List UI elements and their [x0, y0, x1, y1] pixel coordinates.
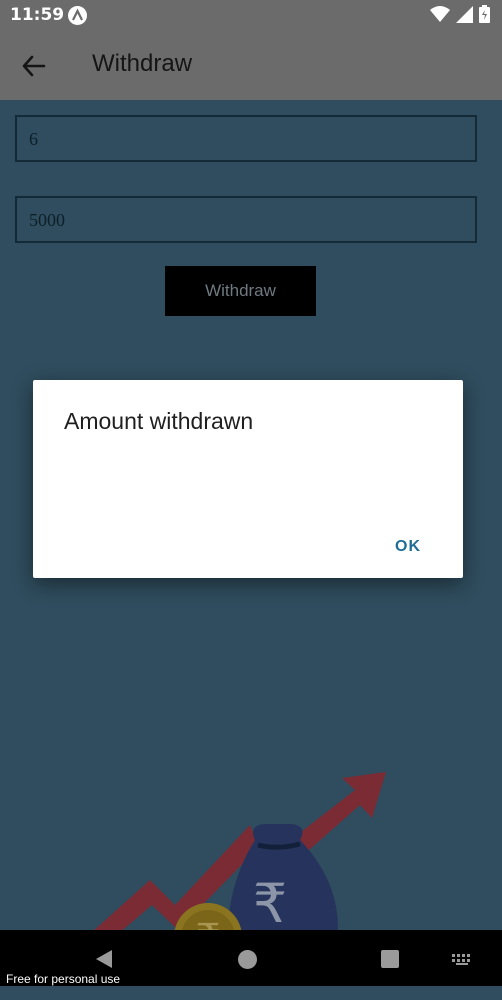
- keyboard-icon[interactable]: [452, 954, 472, 966]
- arrow-left-icon: [22, 55, 46, 77]
- dialog-title: Amount withdrawn: [64, 408, 254, 434]
- app-bar: Withdraw: [0, 30, 502, 100]
- signal-icon: [456, 5, 473, 23]
- status-time: 11:59: [10, 5, 65, 25]
- amount-field[interactable]: 5000: [15, 196, 477, 243]
- navigation-bar: Free for personal use: [0, 930, 502, 986]
- ok-button[interactable]: OK: [395, 538, 421, 556]
- nav-back-icon[interactable]: [92, 948, 114, 970]
- a-circle-icon: [68, 6, 87, 25]
- back-button[interactable]: [18, 52, 52, 80]
- account-number-field[interactable]: 6: [15, 115, 477, 162]
- alert-dialog: Amount withdrawn OK: [33, 380, 463, 578]
- withdraw-button[interactable]: Withdraw: [165, 266, 316, 316]
- watermark-text: Free for personal use: [6, 972, 121, 986]
- nav-home-icon[interactable]: [238, 950, 257, 969]
- status-bar: 11:59: [0, 0, 502, 30]
- page-title: Withdraw: [92, 50, 193, 77]
- nav-recent-apps-icon[interactable]: [381, 950, 399, 968]
- status-icons: [430, 5, 490, 23]
- battery-icon: [479, 5, 490, 23]
- wifi-icon: [430, 5, 450, 22]
- bag-rupee-symbol: ₹: [253, 872, 287, 935]
